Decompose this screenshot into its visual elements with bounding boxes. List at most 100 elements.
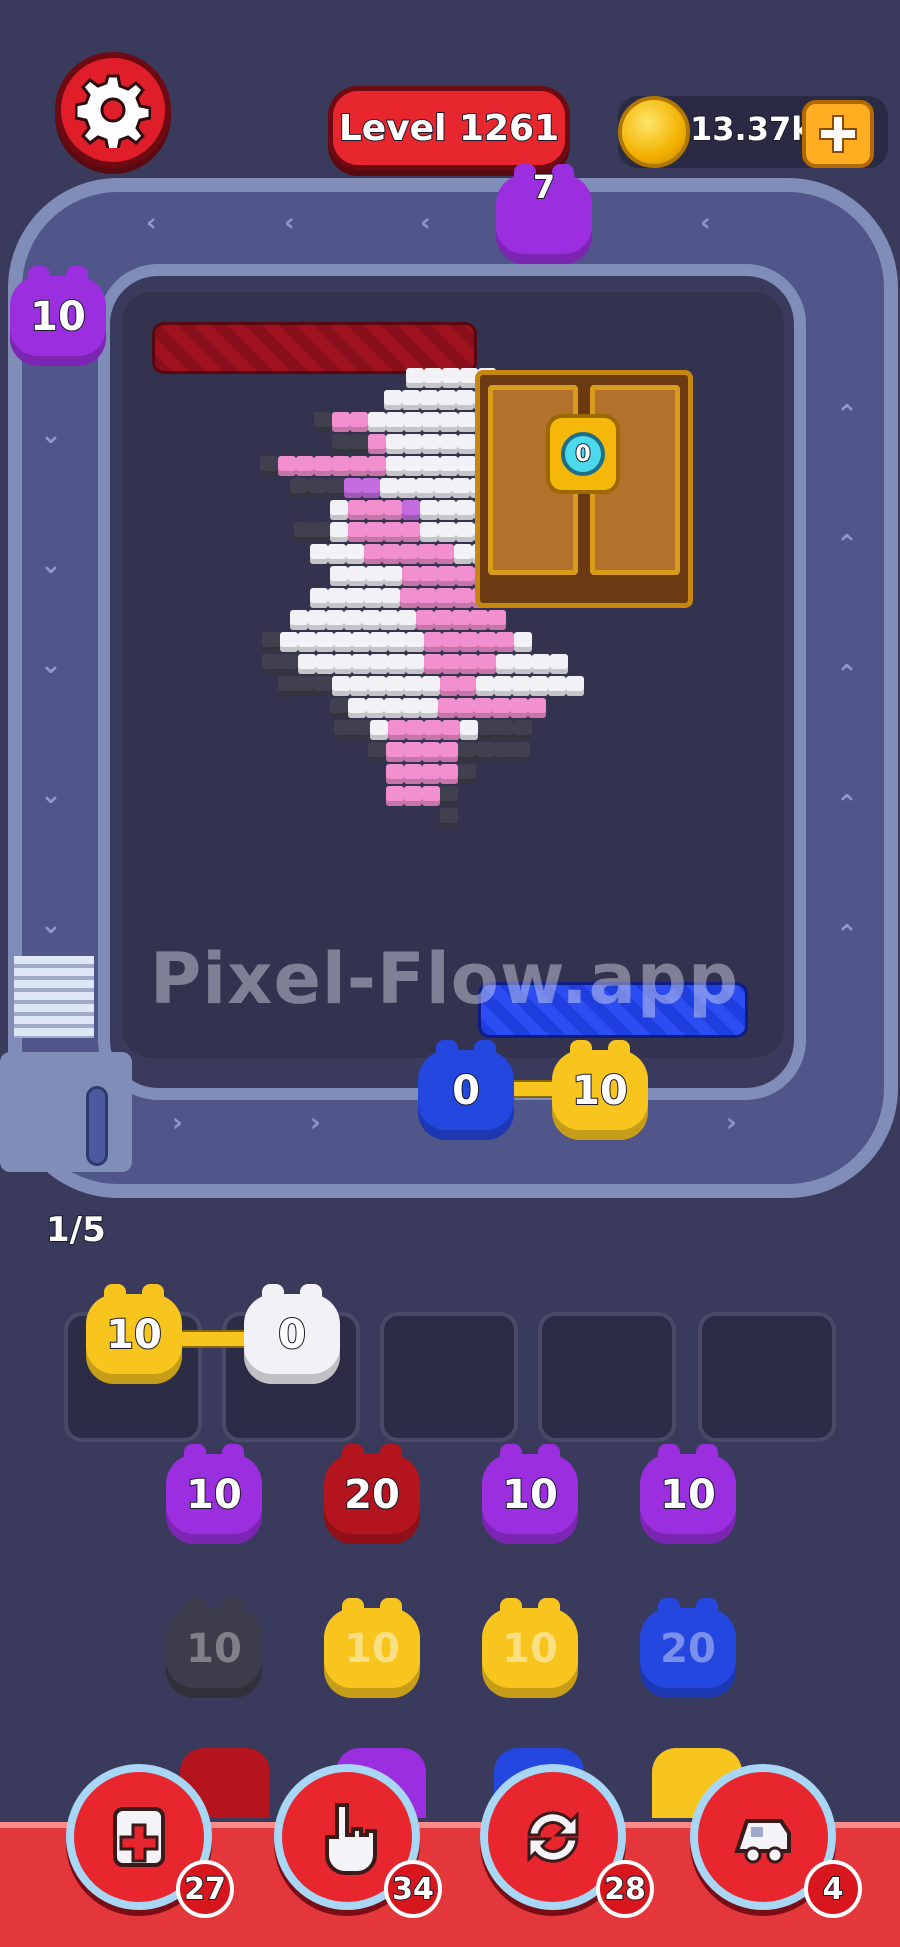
chevron-down-icon: ⌄	[40, 910, 62, 940]
conveyor-unit[interactable]: 10	[6, 262, 110, 372]
pixel-block	[386, 786, 404, 806]
conveyor-unit[interactable]: 7	[492, 160, 596, 270]
pixel-block	[332, 434, 350, 454]
chevron-right-icon: ›	[310, 1108, 321, 1138]
plus-icon	[819, 115, 857, 153]
pixel-block	[290, 478, 308, 498]
chevron-right-icon: ›	[726, 1108, 737, 1138]
queue-unit[interactable]: 0	[240, 1280, 344, 1390]
pixel-block	[310, 544, 328, 564]
pixel-block	[496, 720, 514, 740]
train-count-badge: 4	[804, 1860, 862, 1918]
pixel-block	[388, 654, 406, 674]
pixel-block	[494, 742, 512, 762]
grid-unit[interactable]: 20	[636, 1594, 740, 1704]
pixel-block	[388, 632, 406, 652]
pixel-block	[386, 764, 404, 784]
pixel-block	[424, 654, 442, 674]
train-icon	[734, 1819, 791, 1864]
grid-unit[interactable]: 20	[320, 1440, 424, 1550]
pixel-block	[420, 698, 438, 718]
conveyor-unit[interactable]: 0	[414, 1036, 518, 1146]
pixel-block	[452, 610, 470, 630]
grid-unit[interactable]: 10	[478, 1594, 582, 1704]
pixel-block	[402, 522, 420, 542]
pixel-block	[474, 698, 492, 718]
pixel-block	[334, 720, 352, 740]
pixel-block	[478, 632, 496, 652]
pixel-block	[496, 654, 514, 674]
pixel-block	[510, 698, 528, 718]
pixel-block	[422, 434, 440, 454]
shuffle-count-badge: 28	[596, 1860, 654, 1918]
pixel-block	[400, 588, 418, 608]
pixel-block	[334, 632, 352, 652]
queue-unit[interactable]: 10	[82, 1280, 186, 1390]
pixel-block	[528, 698, 546, 718]
pixel-block	[420, 390, 438, 410]
pixel-block	[442, 720, 460, 740]
pixel-block	[308, 610, 326, 630]
pixel-block	[440, 808, 458, 828]
chevron-down-icon: ⌄	[40, 550, 62, 580]
pixel-block	[384, 566, 402, 586]
chevron-left-icon: ‹	[700, 208, 711, 238]
pixel-block	[350, 676, 368, 696]
pixel-block	[382, 544, 400, 564]
pixel-block	[330, 698, 348, 718]
pixel-block	[296, 456, 314, 476]
pixel-block	[458, 742, 476, 762]
pixel-block	[316, 632, 334, 652]
queue-slot[interactable]	[538, 1312, 676, 1442]
pixel-block	[312, 522, 330, 542]
pixel-block	[370, 632, 388, 652]
pixel-block	[420, 500, 438, 520]
chevron-down-icon: ⌄	[40, 420, 62, 450]
pixel-block	[438, 500, 456, 520]
pixel-block	[370, 720, 388, 740]
queue-slot[interactable]	[698, 1312, 836, 1442]
pixel-block	[440, 676, 458, 696]
pixel-block	[386, 412, 404, 432]
pixel-block	[330, 566, 348, 586]
settings-button[interactable]	[55, 52, 171, 168]
pixel-block	[404, 456, 422, 476]
pixel-block	[456, 390, 474, 410]
pixel-block	[308, 478, 326, 498]
pixel-block	[260, 456, 278, 476]
grid-unit[interactable]: 10	[636, 1440, 740, 1550]
pixel-block	[380, 610, 398, 630]
chevron-up-icon: ⌃	[836, 920, 858, 950]
pixel-block	[280, 654, 298, 674]
grid-unit[interactable]: 10	[478, 1440, 582, 1550]
pixel-block	[362, 478, 380, 498]
grid-unit[interactable]: 10	[320, 1594, 424, 1704]
unit-count: 10	[344, 1626, 400, 1672]
pixel-block	[368, 412, 386, 432]
add-coins-button[interactable]	[802, 100, 874, 168]
pixel-block	[458, 412, 476, 432]
pixel-block	[514, 632, 532, 652]
pixel-block	[366, 500, 384, 520]
add-slot-count-badge: 27	[176, 1860, 234, 1918]
grid-unit[interactable]: 10	[162, 1594, 266, 1704]
pixel-block	[332, 676, 350, 696]
pixel-block	[492, 698, 510, 718]
pixel-block	[456, 566, 474, 586]
pixel-block	[404, 742, 422, 762]
chevron-down-icon: ⌄	[40, 650, 62, 680]
queue-slot[interactable]	[380, 1312, 518, 1442]
pixel-block	[346, 588, 364, 608]
pixel-block	[398, 478, 416, 498]
pixel-block	[424, 632, 442, 652]
pixel-block	[494, 676, 512, 696]
grid-unit[interactable]: 10	[162, 1440, 266, 1550]
pixel-block	[416, 610, 434, 630]
pixel-block	[566, 676, 584, 696]
conveyor-unit[interactable]: 10	[548, 1036, 652, 1146]
pixel-block	[440, 742, 458, 762]
pixel-block	[348, 500, 366, 520]
chest-lock: 0	[546, 414, 620, 494]
pixel-block	[456, 698, 474, 718]
chevron-left-icon: ‹	[284, 208, 295, 238]
